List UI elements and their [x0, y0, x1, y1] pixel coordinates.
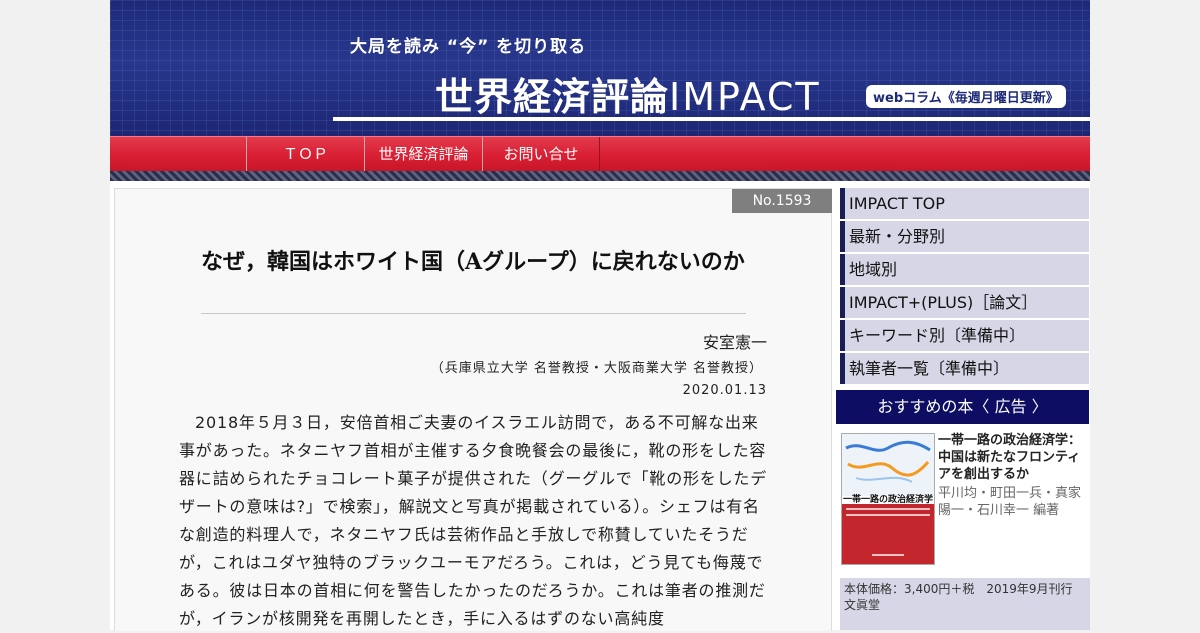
title-divider [201, 313, 746, 314]
map-illustration-icon [845, 440, 931, 483]
article-title: なぜ，韓国はホワイト国（Aグループ）に戻れないのか [201, 249, 745, 275]
article: No.1593 なぜ，韓国はホワイト国（Aグループ）に戻れないのか 安室憲一 （… [114, 188, 832, 631]
site-logo-jp: 世界経済評論 [435, 75, 670, 119]
sidebar-item-impact-top[interactable]: IMPACT TOP [840, 188, 1089, 219]
nav-item-top[interactable]: ＴＯＰ [246, 137, 365, 171]
article-number: No.1593 [732, 189, 832, 213]
book-authors: 平川均・町田一兵・真家陽一・石川幸一 編著 [938, 486, 1082, 518]
book-title-link[interactable]: 一帯一路の政治経済学：中国は新たなフロンティアを創出するか [938, 432, 1090, 483]
site-tagline: 大局を読み “今” を切り取る [350, 37, 587, 57]
site-logo-en: IMPACT [669, 75, 821, 119]
header-rule [333, 117, 1090, 121]
book-info: 本体価格：3,400円＋税 2019年9月刊行 文眞堂 [840, 578, 1090, 630]
book-cover-map [842, 434, 934, 496]
article-date: 2020.01.13 [682, 383, 767, 398]
article-author: 安室憲一 [702, 333, 767, 352]
book-cover-band [842, 504, 934, 564]
page: 大局を読み “今” を切り取る 世界経済評論IMPACT webコラム《毎週月曜… [110, 0, 1090, 631]
article-body: 2018年５月３日，安倍首相ご夫妻のイスラエル訪問で，ある不可解な出来事があった… [179, 413, 768, 628]
sidebar-item-latest-by-field[interactable]: 最新・分野別 [840, 221, 1089, 252]
sidebar-item-authors[interactable]: 執筆者一覧〔準備中〕 [840, 353, 1089, 384]
nav-item-sekai-keizai-hyoron[interactable]: 世界経済評論 [364, 137, 483, 171]
sidebar-item-by-keyword[interactable]: キーワード別〔準備中〕 [840, 320, 1089, 351]
sidebar-item-by-region[interactable]: 地域別 [840, 254, 1089, 285]
site-header: 大局を読み “今” を切り取る 世界経済評論IMPACT webコラム《毎週月曜… [110, 0, 1090, 136]
book-publisher: 文眞堂 [844, 598, 881, 612]
book-price: 本体価格：3,400円＋税 2019年9月刊行 [844, 582, 1073, 596]
nav-item-contact[interactable]: お問い合せ [482, 137, 600, 171]
book-cover[interactable]: 一帯一路の政治経済学 [841, 433, 935, 565]
author-affiliation: （兵庫県立大学 名誉教授・大阪商業大学 名誉教授） [430, 361, 763, 376]
main-nav: ＴＯＰ 世界経済評論 お問い合せ [110, 136, 1090, 171]
nav-stripe [110, 171, 1090, 181]
site-logo[interactable]: 世界経済評論IMPACT [435, 66, 821, 121]
recommended-books-heading: おすすめの本〈 広告 〉 [836, 390, 1089, 424]
sidebar-item-impact-plus[interactable]: IMPACT+(PLUS)［論文］ [840, 287, 1089, 318]
web-column-badge: webコラム《毎週月曜日更新》 [866, 85, 1066, 108]
